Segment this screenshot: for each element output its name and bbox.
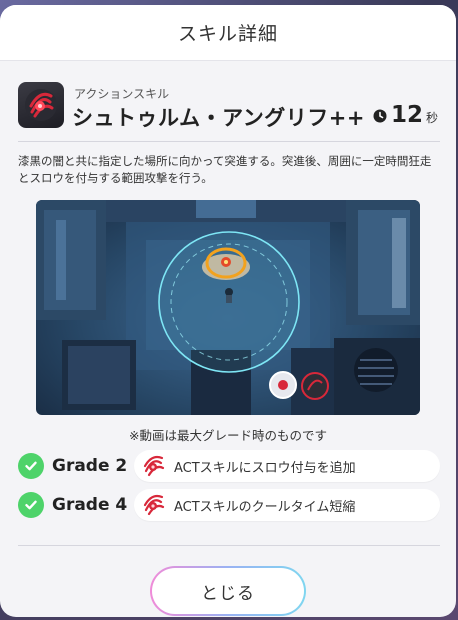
grade-label: Grade 4 [52, 495, 128, 515]
grade-effect: ACTスキルにスロウ付与を追加 [134, 450, 440, 482]
video-note: ※動画は最大グレード時のものです [129, 428, 327, 443]
check-icon [18, 492, 44, 518]
clock-icon [373, 108, 387, 123]
grade-label: Grade 2 [52, 456, 128, 476]
skill-detail-dialog: スキル詳細 アクションスキル シュトゥルム・アングリフ++ 12 秒 漆黒の闇と… [0, 5, 456, 617]
skill-type-label: アクションスキル [74, 87, 170, 101]
grade-row: Grade 4 ACTスキルのクールタイム短縮 [18, 489, 440, 521]
skill-name: シュトゥルム・アングリフ++ [72, 106, 365, 130]
divider [18, 141, 440, 142]
skill-description: 漆黒の闇と共に指定した場所に向かって突進する。突進後、周囲に一定時間狂走とスロウ… [18, 154, 432, 185]
grade-effect: ACTスキルのクールタイム短縮 [134, 489, 440, 521]
close-button[interactable]: とじる [150, 566, 306, 616]
drill-icon [140, 452, 168, 480]
divider [18, 545, 440, 546]
grade-row: Grade 2 ACTスキルにスロウ付与を追加 [18, 450, 440, 482]
cooldown-unit: 秒 [425, 111, 438, 125]
skill-summary: アクションスキル シュトゥルム・アングリフ++ 12 秒 [18, 82, 442, 136]
dialog-title: スキル詳細 [177, 23, 278, 45]
cooldown-value: 12 [390, 102, 423, 128]
drill-icon [18, 82, 64, 128]
check-icon [18, 453, 44, 479]
drill-icon [140, 491, 168, 519]
grade-effect-text: ACTスキルにスロウ付与を追加 [174, 460, 356, 476]
dialog-header: スキル詳細 [0, 5, 456, 61]
grade-effect-text: ACTスキルのクールタイム短縮 [174, 499, 356, 515]
skill-preview-video[interactable] [36, 200, 420, 415]
cooldown: 12 秒 [373, 102, 438, 128]
